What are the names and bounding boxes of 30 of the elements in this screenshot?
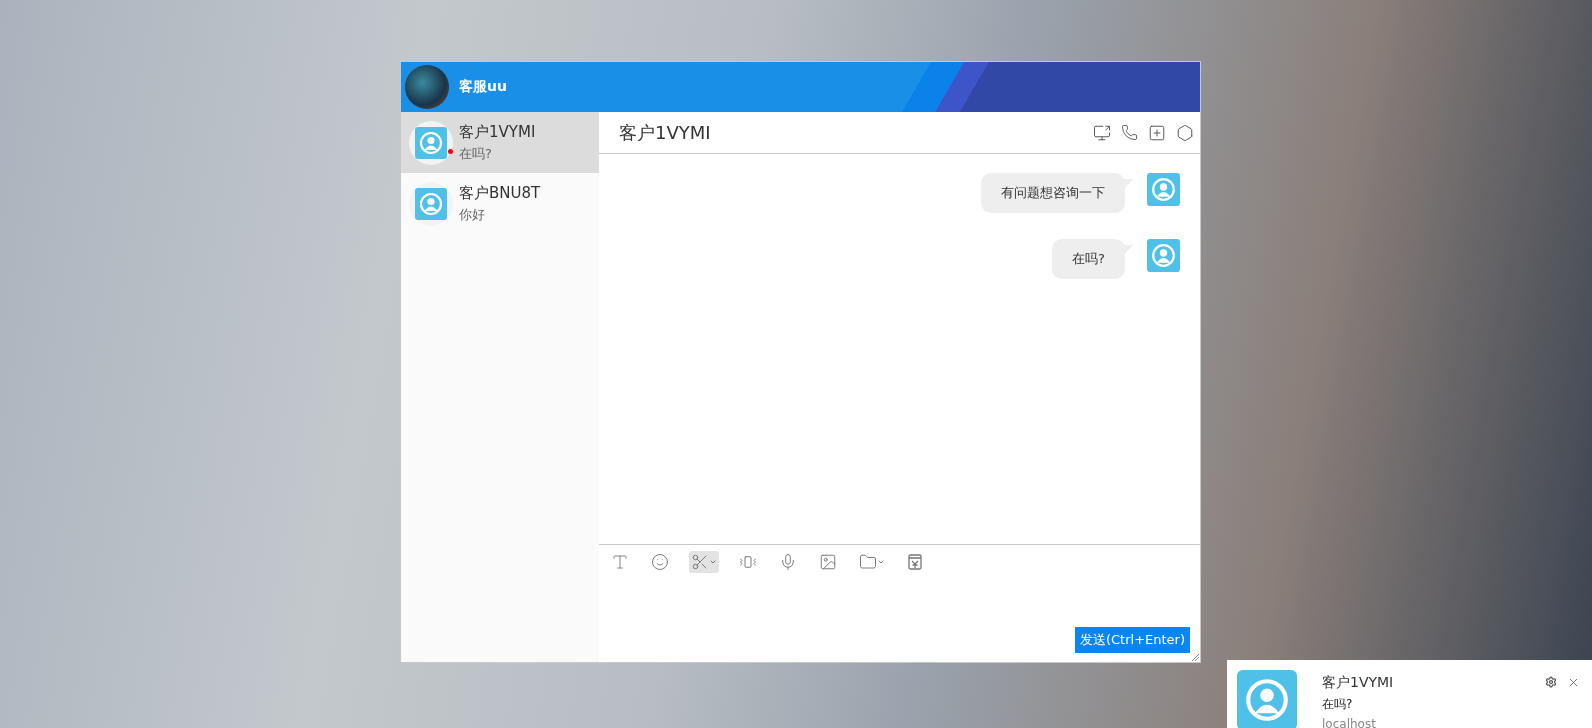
screen-share-icon[interactable] <box>1093 123 1111 142</box>
message-input[interactable]: 发送(Ctrl+Enter) <box>599 544 1200 662</box>
contact-name: 客户BNU8T <box>459 183 541 203</box>
smiley-icon[interactable] <box>649 551 671 573</box>
scissors-icon[interactable] <box>689 551 719 573</box>
hexagon-icon[interactable] <box>1176 123 1194 142</box>
contact-name: 客户1VYMI <box>459 122 536 142</box>
notification-message: 在吗? <box>1322 696 1354 713</box>
user-avatar-icon <box>415 187 447 220</box>
phone-icon[interactable] <box>1121 123 1138 142</box>
conversation-item[interactable]: 客户1VYMI 在吗? <box>401 112 599 173</box>
user-avatar-icon <box>1147 239 1180 272</box>
user-avatar-icon <box>415 126 447 159</box>
message-preview: 你好 <box>459 205 486 224</box>
close-icon[interactable] <box>1567 676 1580 689</box>
notification-source: localhost <box>1322 717 1377 728</box>
yen-pouch-icon[interactable] <box>905 551 925 573</box>
message-bubble: 在吗? <box>1052 239 1125 279</box>
user-avatar-icon <box>1147 173 1180 206</box>
user-name: 客服uu <box>459 78 507 96</box>
plus-square-icon[interactable] <box>1148 123 1166 142</box>
resize-grip-icon[interactable] <box>1191 653 1199 661</box>
message-preview: 在吗? <box>459 144 493 163</box>
send-button[interactable]: 发送(Ctrl+Enter) <box>1074 627 1190 653</box>
message-bubble: 有问题想咨询一下 <box>981 173 1125 213</box>
settings-icon[interactable] <box>1545 676 1557 689</box>
notification-title: 客户1VYMI <box>1322 674 1395 692</box>
conversation-item[interactable]: 客户BNU8T 你好 <box>401 173 599 234</box>
profile-photo <box>405 65 449 109</box>
chat-title: 客户1VYMI <box>619 120 711 145</box>
